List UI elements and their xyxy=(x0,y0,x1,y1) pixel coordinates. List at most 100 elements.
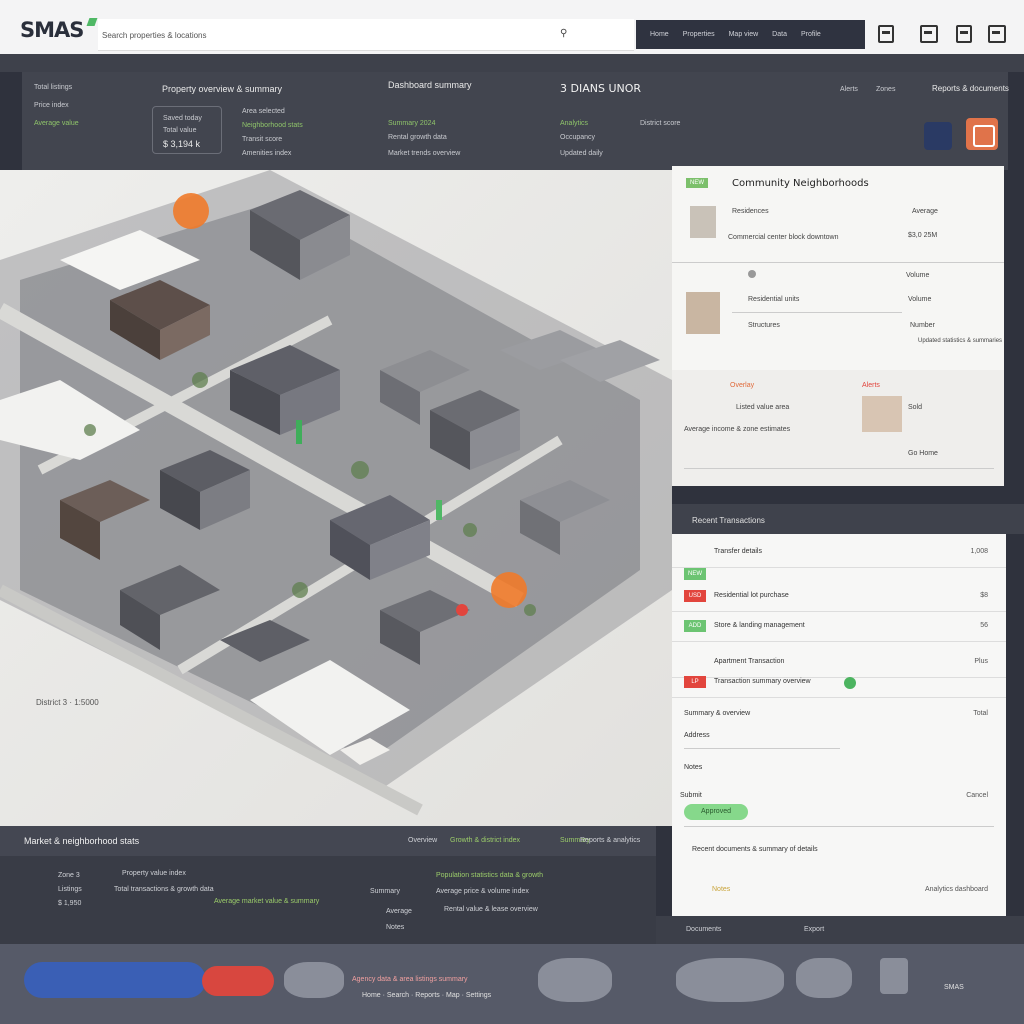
approved-pill[interactable]: Approved xyxy=(684,804,748,820)
calendar-icon[interactable] xyxy=(920,25,938,43)
secondary-button[interactable] xyxy=(202,966,274,996)
green-marker xyxy=(296,420,302,444)
zone-line: Listings xyxy=(58,886,82,893)
row-value: Volume xyxy=(908,296,932,303)
row-label[interactable]: Residential units xyxy=(748,296,799,303)
footer-links[interactable]: Home · Search · Reports · Map · Settings xyxy=(362,992,491,999)
camera-icon[interactable] xyxy=(966,118,998,150)
search-input-text[interactable]: Search properties & locations xyxy=(102,31,207,40)
overlay-tag: Overlay xyxy=(730,382,755,389)
cloud-icon[interactable] xyxy=(676,958,784,1002)
panel-links-bar: Documents Export xyxy=(656,916,1024,944)
panel-title: Community Neighborhoods xyxy=(732,178,869,189)
building-thumbnail[interactable] xyxy=(690,206,716,238)
info-main-heading: 3 DIANS UNOR xyxy=(560,82,642,95)
document-line[interactable]: Recent documents & summary of details xyxy=(692,846,818,853)
stat-line: Rental value & lease overview xyxy=(444,906,538,913)
divider xyxy=(684,468,994,469)
cloud-icon[interactable] xyxy=(284,962,344,998)
divider xyxy=(672,262,1004,263)
info-link-alerts[interactable]: Alerts xyxy=(840,86,858,93)
map-view[interactable]: District 3 · 1:5000 xyxy=(0,170,672,826)
overlay-panel: Overlay Alerts Listed value area Average… xyxy=(672,370,1004,486)
market-stats-title: Market & neighborhood stats xyxy=(24,836,140,846)
footer-right[interactable]: Analytics dashboard xyxy=(925,886,988,893)
nav-item-map[interactable]: Map view xyxy=(729,31,759,38)
row-value: Volume xyxy=(906,272,930,279)
status-chip: LP xyxy=(684,676,706,688)
box-line: Saved today xyxy=(163,115,202,122)
menu-icon[interactable] xyxy=(988,25,1006,43)
transaction-value: 56 xyxy=(980,622,988,629)
form-label[interactable]: Address xyxy=(684,732,710,739)
overlay-value[interactable]: Go Home xyxy=(908,450,938,457)
app-logo[interactable]: SMAS xyxy=(20,18,84,42)
zone-line: $ 1,950 xyxy=(58,900,82,907)
green-marker xyxy=(436,500,442,520)
info-col4: District score xyxy=(640,120,681,127)
divider xyxy=(732,312,902,313)
stat-line: Average price & volume index xyxy=(436,888,529,895)
footer-text: Agency data & area listings summary xyxy=(352,976,468,983)
transaction-text: Transaction summary overview xyxy=(714,678,811,685)
transaction-row[interactable]: USD Residential lot purchase $8 xyxy=(672,582,1006,612)
info-link-reports[interactable]: Reports & documents xyxy=(932,84,1009,93)
nav-item-profile[interactable]: Profile xyxy=(801,31,821,38)
documents-link[interactable]: Documents xyxy=(686,926,721,933)
info-col2: Amenities index xyxy=(242,150,292,157)
overlay-thumbnail[interactable] xyxy=(862,396,902,432)
header-link[interactable]: Reports & analytics xyxy=(580,837,640,844)
info-summary-box[interactable]: Saved today Total value $ 3,194 k xyxy=(152,106,222,154)
search-icon[interactable]: ⚲ xyxy=(560,28,567,39)
nav-item-data[interactable]: Data xyxy=(772,31,787,38)
transaction-row[interactable]: ADD Store & landing management 56 xyxy=(672,612,1006,642)
cloud-icon[interactable] xyxy=(796,958,852,998)
property-thumbnail[interactable] xyxy=(686,292,720,334)
user-icon[interactable] xyxy=(924,122,952,150)
status-chip: ADD xyxy=(684,620,706,632)
info-col4: Analytics xyxy=(560,120,589,127)
header-link[interactable]: Growth & district index xyxy=(450,837,520,844)
notification-icon[interactable] xyxy=(878,25,894,43)
neighborhood-panel: NEW Community Neighborhoods Residences C… xyxy=(672,166,1004,370)
input-line[interactable] xyxy=(684,748,840,749)
header-link[interactable]: Overview xyxy=(408,837,437,844)
form-label: Submit xyxy=(680,792,702,799)
search-bar[interactable]: Search properties & locations ⚲ ↺ xyxy=(98,19,675,51)
info-left-item: Price index xyxy=(34,102,69,109)
isometric-city-map[interactable] xyxy=(0,170,672,826)
info-col3: Market trends overview xyxy=(388,150,461,157)
cloud-icon[interactable] xyxy=(538,958,612,1002)
panel-note: Updated statistics & summaries xyxy=(918,338,1003,344)
form-label[interactable]: Notes xyxy=(684,764,702,771)
item-title[interactable]: Residences xyxy=(732,208,769,215)
section-title: Summary & overview xyxy=(684,710,751,717)
market-stats-header: Market & neighborhood stats Overview Gro… xyxy=(0,826,656,856)
status-dot xyxy=(844,677,856,689)
location-pin xyxy=(173,193,209,229)
export-link[interactable]: Export xyxy=(804,926,824,933)
transaction-row[interactable]: LP Transaction summary overview xyxy=(672,668,1006,698)
item-subtitle: Commercial center block downtown xyxy=(728,234,839,241)
logo-mark xyxy=(86,18,98,26)
nav-item-home[interactable]: Home xyxy=(650,31,669,38)
cancel-link[interactable]: Cancel xyxy=(966,792,988,799)
section-value: Total xyxy=(973,710,988,717)
footer-left: Notes xyxy=(712,886,731,893)
document-icon[interactable] xyxy=(956,25,972,43)
header-strip xyxy=(0,54,1024,72)
stat-line: Notes xyxy=(386,924,405,931)
info-col4: Updated daily xyxy=(560,150,603,157)
row-label[interactable]: Structures xyxy=(748,322,780,329)
status-dot xyxy=(748,270,756,278)
info-col2: Neighborhood stats xyxy=(242,122,303,129)
transactions-title: Recent Transactions xyxy=(692,516,765,525)
info-link-zones[interactable]: Zones xyxy=(876,86,895,93)
info-left-item: Average value xyxy=(34,120,79,127)
item-value: $3,0 25M xyxy=(908,232,938,239)
primary-button[interactable] xyxy=(24,962,206,998)
transaction-value: Plus xyxy=(974,658,988,665)
nav-item-properties[interactable]: Properties xyxy=(683,31,715,38)
overlay-line: Listed value area xyxy=(736,404,790,411)
document-icon[interactable] xyxy=(880,958,908,994)
